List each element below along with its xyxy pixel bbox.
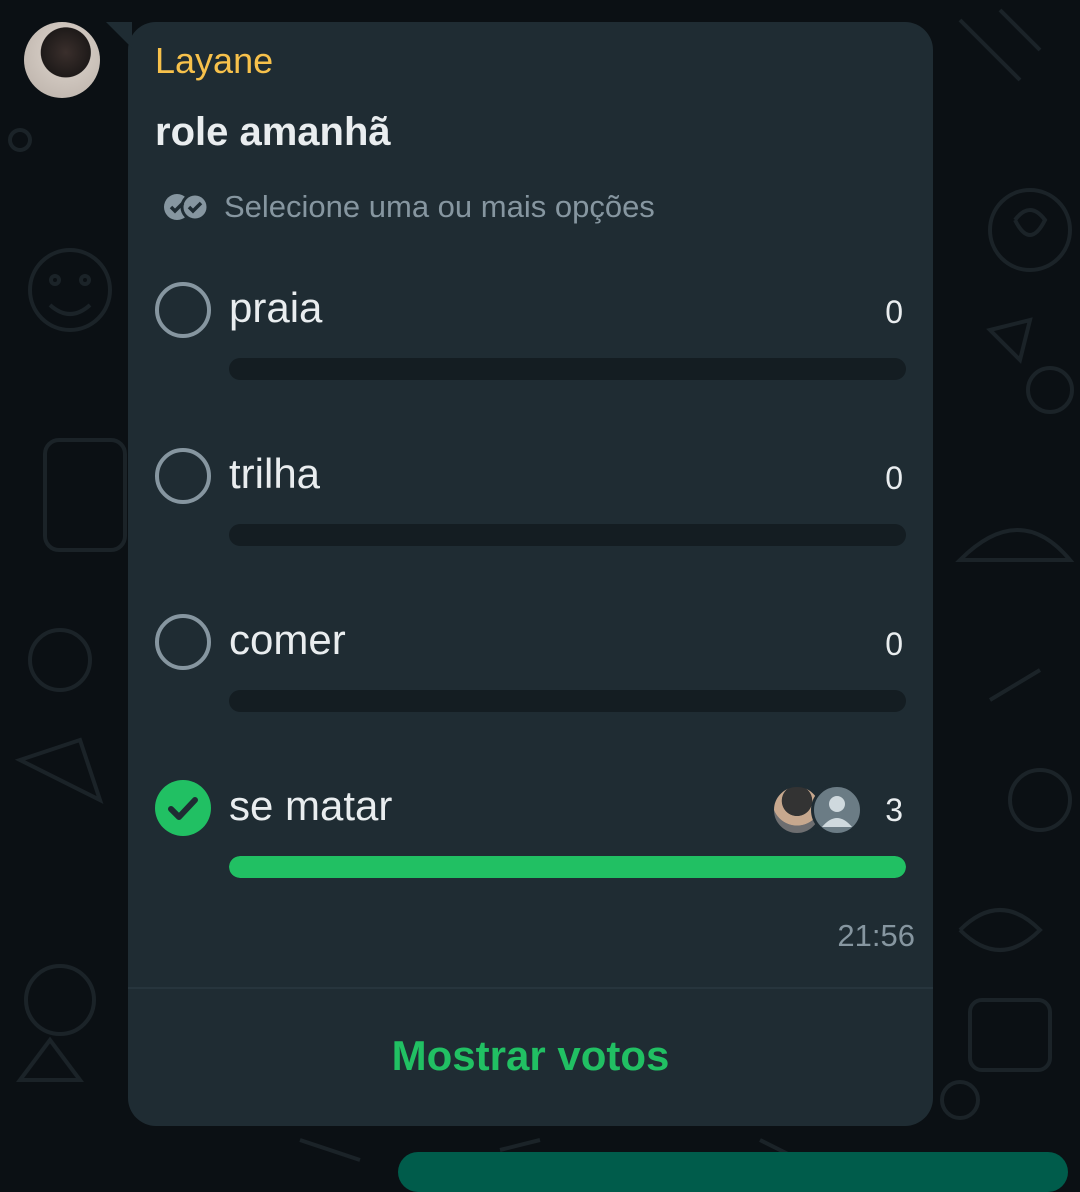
option-vote-count: 3 — [885, 792, 903, 828]
option-radio[interactable] — [155, 448, 211, 504]
message-timestamp: 21:56 — [837, 918, 915, 953]
next-outgoing-message-bubble[interactable] — [398, 1152, 1068, 1192]
poll-hint-text: Selecione uma ou mais opções — [224, 189, 655, 224]
voter-avatars[interactable] — [771, 784, 863, 836]
option-progress-track — [229, 358, 906, 380]
person-icon — [822, 796, 852, 827]
option-radio[interactable] — [155, 282, 211, 338]
option-radio[interactable] — [155, 614, 211, 670]
option-vote-count: 0 — [885, 294, 903, 330]
option-progress-track — [229, 856, 906, 878]
poll-message-bubble: Layane role amanhã Selecione uma ou mais… — [106, 22, 933, 1126]
option-vote-count: 0 — [885, 626, 903, 662]
option-label: comer — [229, 616, 346, 663]
poll-option-se-matar[interactable]: se matar 3 — [155, 780, 915, 890]
option-radio-checked[interactable] — [155, 780, 211, 836]
option-progress-fill — [229, 856, 906, 878]
option-progress-track — [229, 690, 906, 712]
option-label: praia — [229, 284, 323, 331]
checkmark-icon — [168, 797, 198, 820]
sender-avatar[interactable] — [24, 22, 100, 98]
divider — [128, 987, 933, 989]
poll-option-comer[interactable]: comer 0 — [155, 614, 915, 724]
poll-option-praia[interactable]: praia 0 — [155, 282, 915, 392]
option-label: trilha — [229, 450, 321, 497]
show-votes-button[interactable]: Mostrar votos — [128, 1032, 933, 1080]
sender-name[interactable]: Layane — [155, 40, 273, 82]
poll-option-trilha[interactable]: trilha 0 — [155, 448, 915, 558]
poll-hint: Selecione uma ou mais opções — [162, 187, 655, 227]
option-progress-track — [229, 524, 906, 546]
voter-avatar-default — [811, 784, 863, 836]
double-check-icon — [164, 192, 210, 222]
option-label: se matar — [229, 782, 393, 829]
poll-question: role amanhã — [155, 110, 391, 154]
option-vote-count: 0 — [885, 460, 903, 496]
